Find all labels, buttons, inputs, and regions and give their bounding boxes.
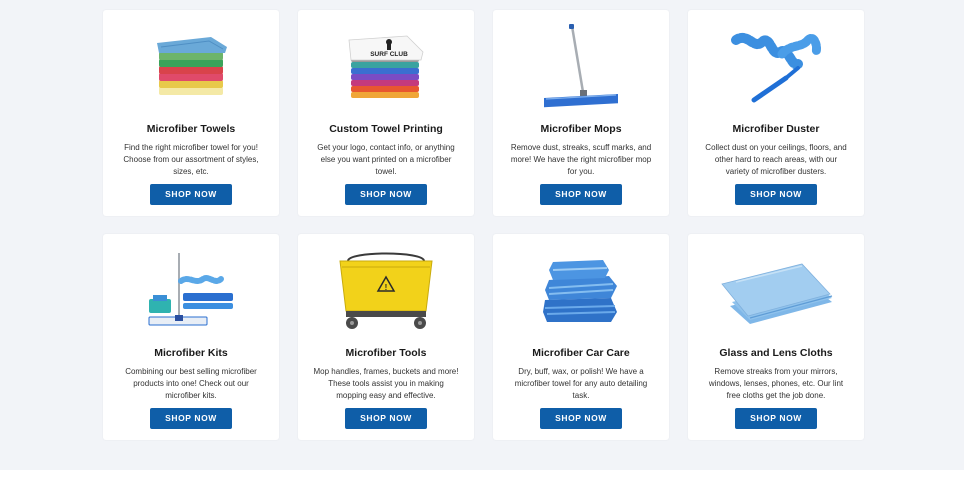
shop-now-button[interactable]: SHOP NOW: [345, 184, 427, 205]
shop-now-button[interactable]: SHOP NOW: [540, 408, 622, 429]
product-title: Microfiber Mops: [540, 123, 622, 135]
product-category-grid: Microfiber Towels Find the right microfi…: [103, 10, 864, 440]
mop-kit-icon[interactable]: [103, 240, 279, 344]
product-description: Remove streaks from your mirrors, window…: [708, 367, 844, 400]
shop-now-button[interactable]: SHOP NOW: [735, 184, 817, 205]
product-card-microfiber-car-care[interactable]: Microfiber Car Care Dry, buff, wax, or p…: [493, 234, 669, 440]
product-card-microfiber-towels[interactable]: Microfiber Towels Find the right microfi…: [103, 10, 279, 216]
mop-bucket-icon[interactable]: !: [298, 240, 474, 344]
product-title: Custom Towel Printing: [329, 123, 443, 135]
product-card-microfiber-tools[interactable]: ! Microfiber Tools Mop handles, frames, …: [298, 234, 474, 440]
product-description: Combining our best selling microfiber pr…: [125, 367, 257, 400]
car-care-towels-icon[interactable]: [493, 240, 669, 344]
shop-now-button[interactable]: SHOP NOW: [540, 184, 622, 205]
product-category-page: Microfiber Towels Find the right microfi…: [0, 0, 964, 500]
product-description: Find the right microfiber towel for you!…: [123, 143, 259, 176]
shop-now-button[interactable]: SHOP NOW: [735, 408, 817, 429]
towel-print-text: SURF CLUB: [370, 51, 408, 58]
product-title: Microfiber Towels: [146, 123, 236, 135]
shop-now-button[interactable]: SHOP NOW: [150, 184, 232, 205]
product-title: Microfiber Car Care: [532, 347, 630, 359]
shop-now-button[interactable]: SHOP NOW: [150, 408, 232, 429]
product-description: Get your logo, contact info, or anything…: [317, 143, 455, 176]
glass-cloths-icon[interactable]: [688, 240, 864, 344]
product-card-microfiber-kits[interactable]: Microfiber Kits Combining our best selli…: [103, 234, 279, 440]
product-description: Mop handles, frames, buckets and more! T…: [313, 367, 459, 400]
product-description: Collect dust on your ceilings, floors, a…: [705, 143, 847, 176]
product-card-microfiber-duster[interactable]: Microfiber Duster Collect dust on your c…: [688, 10, 864, 216]
product-title: Microfiber Kits: [154, 347, 228, 359]
flat-mop-icon[interactable]: [493, 16, 669, 120]
svg-text:!: !: [385, 283, 388, 292]
footer-band: [0, 470, 964, 500]
product-description: Remove dust, streaks, scuff marks, and m…: [510, 143, 652, 176]
product-card-custom-towel-printing[interactable]: SURF CLUB Custom Towel Printing Get your…: [298, 10, 474, 216]
duster-icon[interactable]: [688, 16, 864, 120]
product-card-glass-and-lens-cloths[interactable]: Glass and Lens Cloths Remove streaks fro…: [688, 234, 864, 440]
printed-towels-icon[interactable]: SURF CLUB: [298, 16, 474, 120]
stacked-towels-icon[interactable]: [103, 16, 279, 120]
product-title: Microfiber Duster: [732, 123, 820, 135]
product-card-microfiber-mops[interactable]: Microfiber Mops Remove dust, streaks, sc…: [493, 10, 669, 216]
product-title: Glass and Lens Cloths: [719, 347, 833, 359]
product-description: Dry, buff, wax, or polish! We have a mic…: [514, 367, 648, 400]
product-title: Microfiber Tools: [345, 347, 427, 359]
shop-now-button[interactable]: SHOP NOW: [345, 408, 427, 429]
